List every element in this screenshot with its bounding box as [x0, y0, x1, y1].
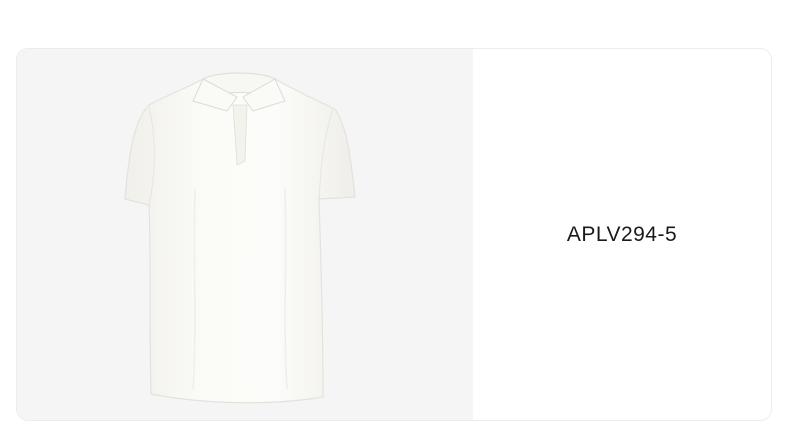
- polo-shirt-icon: [124, 72, 356, 404]
- product-image[interactable]: [17, 49, 473, 420]
- product-code: APLV294-5: [566, 222, 678, 246]
- product-info: APLV294-5: [473, 49, 771, 420]
- product-card[interactable]: APLV294-5: [16, 48, 772, 421]
